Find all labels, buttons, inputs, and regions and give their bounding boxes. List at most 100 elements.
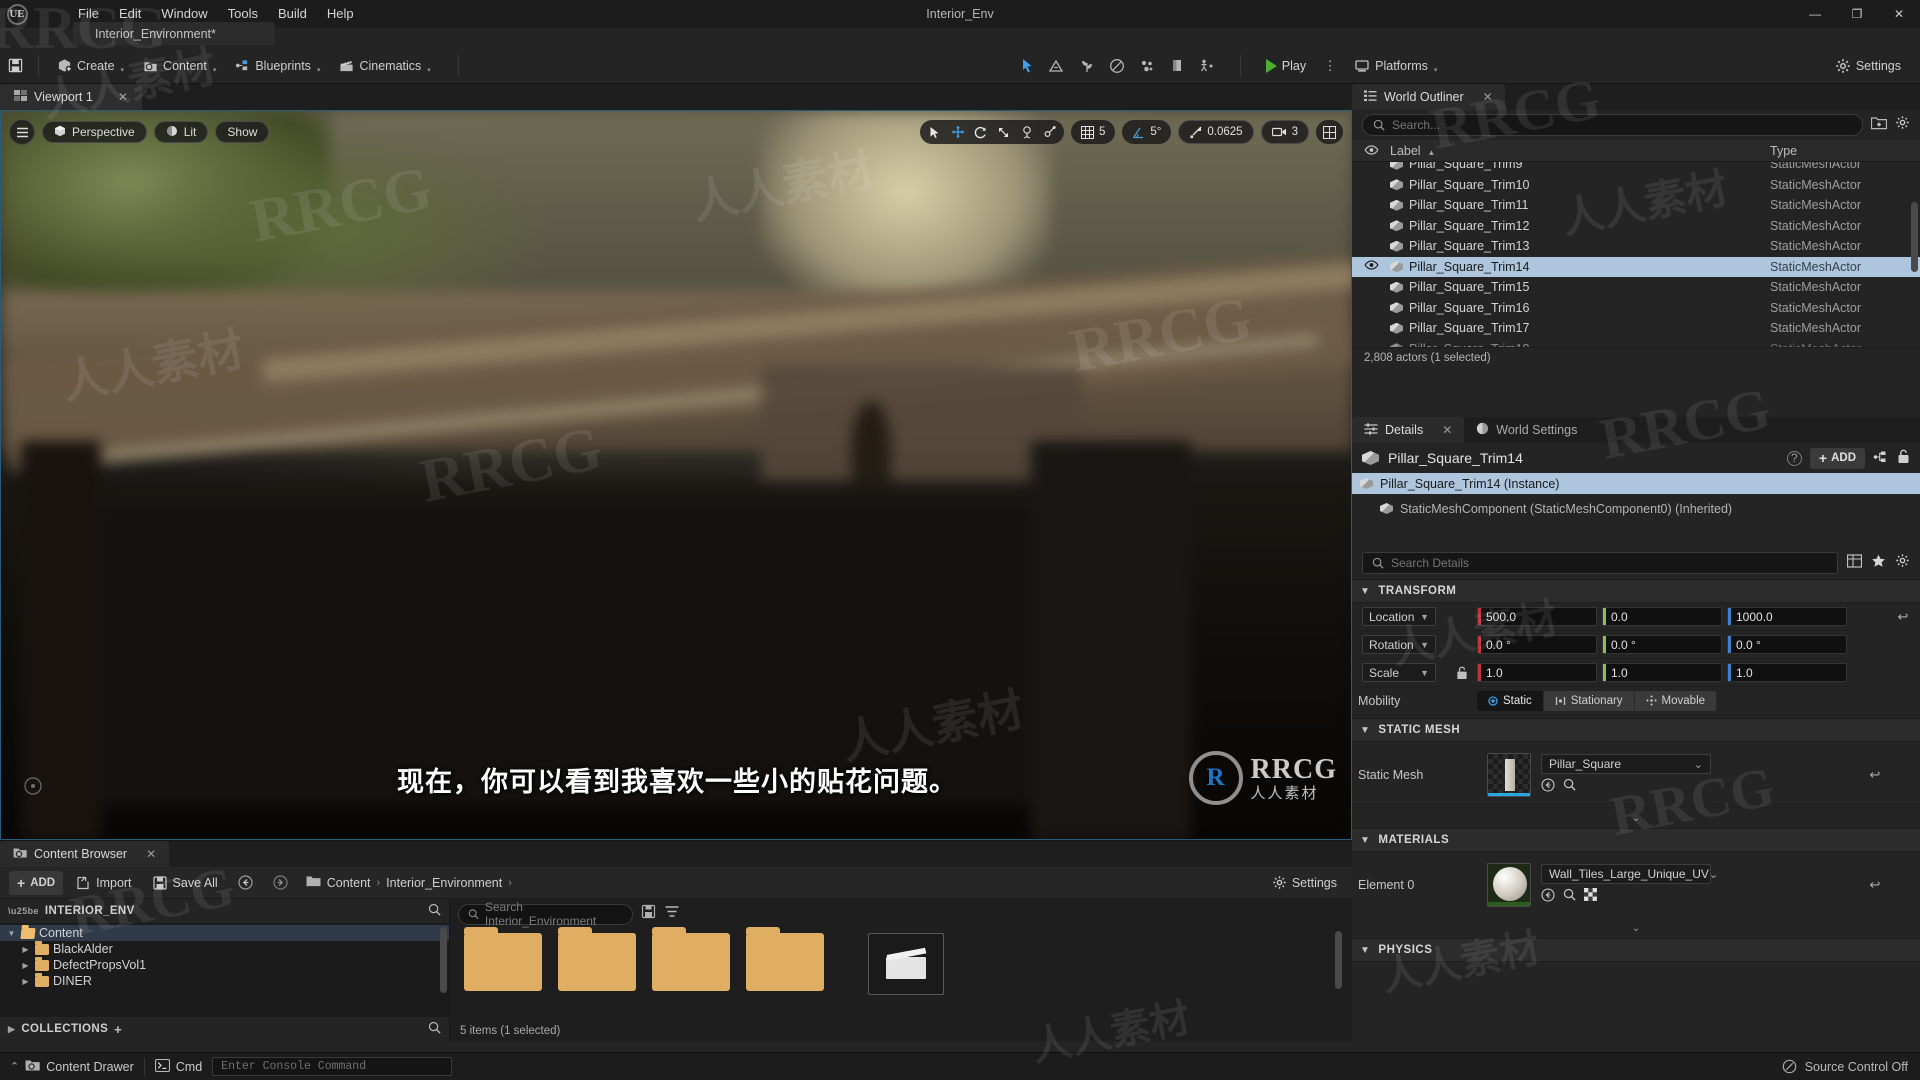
tab-details[interactable]: Details ✕: [1352, 417, 1465, 443]
nav-forward-button[interactable]: [265, 871, 296, 895]
outliner-scrollbar[interactable]: [1911, 202, 1918, 272]
tree-item-defectpropsvol1[interactable]: ▶ DefectPropsVol1: [0, 956, 449, 973]
collections-header[interactable]: ▶ COLLECTIONS +: [0, 1017, 449, 1041]
viewport-menu-button[interactable]: [9, 119, 35, 145]
tree-item-content[interactable]: ▼ Content: [0, 925, 449, 941]
outliner-row[interactable]: Pillar_Square_Trim18 StaticMeshActor: [1352, 339, 1920, 347]
tree-item-diner[interactable]: ▶ DINER: [0, 972, 449, 989]
select-mode-icon[interactable]: [1012, 52, 1042, 80]
search-asset-icon[interactable]: [1563, 888, 1576, 905]
material-revert-button[interactable]: ↩: [1858, 877, 1892, 893]
outliner-row[interactable]: Pillar_Square_Trim12 StaticMeshActor: [1352, 216, 1920, 237]
help-icon[interactable]: ?: [1786, 450, 1802, 466]
animation-icon[interactable]: [1192, 52, 1222, 80]
filter-icon[interactable]: [664, 904, 681, 924]
asset-level-item[interactable]: [868, 933, 944, 995]
asset-scrollbar[interactable]: [1335, 931, 1342, 989]
scale-lock-button[interactable]: [1447, 666, 1477, 680]
save-icon[interactable]: [0, 52, 30, 80]
menu-item-help[interactable]: Help: [317, 0, 364, 28]
mobility-movable-option[interactable]: Movable: [1634, 690, 1718, 711]
tree-item-blackalder[interactable]: ▶ BlackAlder: [0, 940, 449, 957]
rotation-z-input[interactable]: 0.0 °: [1727, 635, 1847, 654]
mesh-paint-icon[interactable]: [1102, 52, 1132, 80]
console-command-input[interactable]: Enter Console Command: [212, 1057, 453, 1076]
static-mesh-revert-button[interactable]: ↩: [1858, 767, 1892, 783]
rotation-x-input[interactable]: 0.0 °: [1477, 635, 1597, 654]
static-mesh-combo[interactable]: Pillar_Square ⌄: [1541, 754, 1711, 774]
folder-tree[interactable]: ▼ Content ▶ BlackAlder ▶ DefectPropsVol1: [0, 923, 449, 1017]
nav-back-button[interactable]: [230, 871, 261, 895]
component-instance-row[interactable]: Pillar_Square_Trim14 (Instance): [1352, 473, 1920, 494]
tree-scrollbar[interactable]: [440, 927, 447, 993]
close-icon[interactable]: ✕: [118, 90, 128, 104]
label-column-header[interactable]: Label ▴: [1390, 144, 1770, 158]
outliner-row[interactable]: Pillar_Square_Trim9 StaticMeshActor: [1352, 162, 1920, 175]
outliner-search-input[interactable]: Search...: [1362, 114, 1863, 136]
import-button[interactable]: Import: [67, 871, 139, 895]
search-input[interactable]: Search Interior_Environment: [458, 900, 633, 928]
add-asset-button[interactable]: + ADD: [9, 870, 64, 895]
save-all-button[interactable]: Save All: [144, 871, 226, 895]
surface-snap-icon[interactable]: [1038, 122, 1061, 142]
settings-button[interactable]: Settings: [1826, 52, 1910, 80]
section-materials[interactable]: ▼ MATERIALS: [1352, 828, 1920, 852]
material-combo[interactable]: Wall_Tiles_Large_Unique_UV ⌄: [1541, 864, 1718, 884]
scale-y-input[interactable]: 1.0: [1602, 663, 1722, 682]
scale-x-input[interactable]: 1.0: [1477, 663, 1597, 682]
rotation-mode-combo[interactable]: Rotation ▼: [1362, 635, 1436, 654]
viewport-compass[interactable]: [23, 776, 43, 801]
outliner-row-selected[interactable]: Pillar_Square_Trim14 StaticMeshActor: [1352, 256, 1920, 277]
location-z-input[interactable]: 1000.0: [1727, 607, 1847, 626]
outliner-row[interactable]: Pillar_Square_Trim16 StaticMeshActor: [1352, 298, 1920, 319]
outliner-list[interactable]: Pillar_Square_Trim9 StaticMeshActor Pill…: [1352, 162, 1920, 347]
asset-folder-item[interactable]: [652, 927, 730, 991]
mobility-static-option[interactable]: Static: [1477, 690, 1544, 711]
blueprint-icon[interactable]: [1873, 450, 1889, 467]
project-tab[interactable]: Interior_Environment*: [73, 22, 275, 45]
asset-folder-item[interactable]: [746, 927, 824, 991]
new-folder-icon[interactable]: [1870, 116, 1888, 135]
blueprints-button[interactable]: Blueprints ▾: [225, 52, 329, 80]
location-mode-combo[interactable]: Location ▼: [1362, 607, 1436, 626]
maximize-button[interactable]: ❐: [1836, 0, 1878, 28]
show-flags-button[interactable]: Show: [215, 121, 270, 143]
chevron-right-icon[interactable]: ▶: [20, 945, 31, 954]
minimize-button[interactable]: —: [1794, 0, 1836, 28]
viewport-render-area[interactable]: Perspective Lit Show 5 5° 0.0625 3 现在，你可…: [0, 110, 1352, 840]
asset-folder-item[interactable]: [464, 927, 542, 991]
search-icon[interactable]: [428, 1021, 441, 1037]
mobility-stationary-option[interactable]: Stationary: [1543, 690, 1635, 711]
save-search-icon[interactable]: [641, 904, 656, 924]
tab-viewport-1[interactable]: Viewport 1 ✕: [0, 84, 142, 110]
play-button[interactable]: Play: [1257, 52, 1315, 80]
location-y-input[interactable]: 0.0: [1602, 607, 1722, 626]
close-icon[interactable]: ✕: [146, 847, 156, 861]
translate-tool-icon[interactable]: [946, 122, 969, 142]
chevron-right-icon[interactable]: ▶: [20, 961, 31, 970]
content-browser-settings-button[interactable]: Settings: [1272, 875, 1343, 890]
section-physics[interactable]: ▼ PHYSICS: [1352, 938, 1920, 962]
static-mesh-thumbnail[interactable]: [1487, 752, 1531, 797]
close-button[interactable]: ✕: [1878, 0, 1920, 28]
world-coords-icon[interactable]: [1015, 122, 1038, 142]
landscape-icon[interactable]: [1042, 52, 1072, 80]
brush-icon[interactable]: [1162, 52, 1192, 80]
tab-world-outliner[interactable]: World Outliner ✕: [1352, 84, 1505, 110]
outliner-row[interactable]: Pillar_Square_Trim10 StaticMeshActor: [1352, 175, 1920, 196]
location-x-input[interactable]: 500.0: [1477, 607, 1597, 626]
outliner-row[interactable]: Pillar_Square_Trim15 StaticMeshActor: [1352, 277, 1920, 298]
sources-header[interactable]: \u25be INTERIOR_ENV: [0, 899, 449, 923]
material-thumbnail[interactable]: [1487, 862, 1531, 907]
rotation-y-input[interactable]: 0.0 °: [1602, 635, 1722, 654]
scale-snap-control[interactable]: 0.0625: [1178, 120, 1254, 144]
source-control-status[interactable]: Source Control Off: [1782, 1059, 1920, 1074]
lock-icon[interactable]: [1897, 449, 1910, 467]
materials-expander[interactable]: ⌄: [1352, 918, 1920, 938]
outliner-row[interactable]: Pillar_Square_Trim17 StaticMeshActor: [1352, 318, 1920, 339]
asset-grid[interactable]: [450, 927, 1352, 1021]
static-mesh-expander[interactable]: ⌄: [1352, 808, 1920, 828]
scale-mode-combo[interactable]: Scale ▼: [1362, 663, 1436, 682]
play-options-button[interactable]: ⋮: [1315, 52, 1345, 80]
details-settings-icon[interactable]: [1895, 553, 1910, 573]
